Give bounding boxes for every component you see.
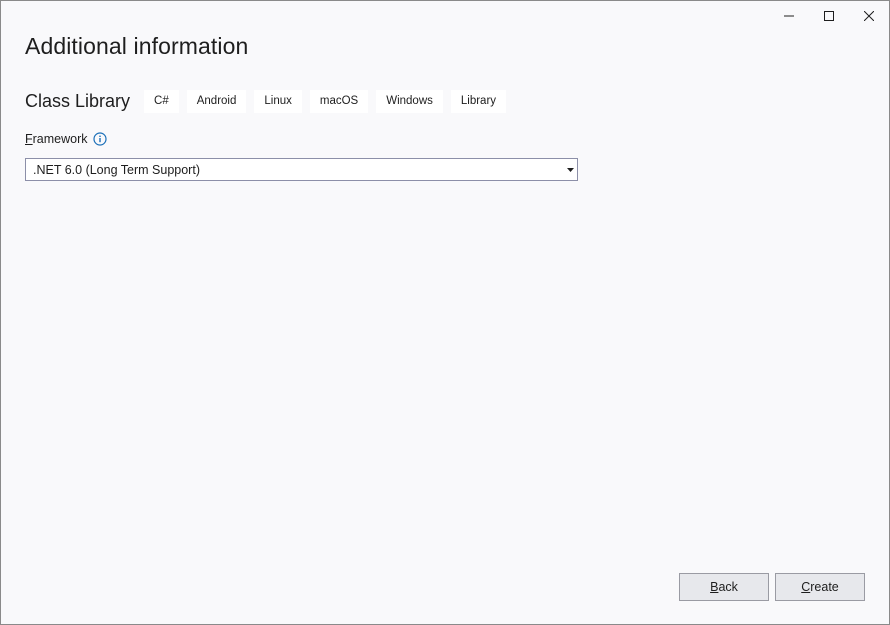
framework-selected-value: .NET 6.0 (Long Term Support) (33, 162, 200, 177)
tag-project-type: Library (450, 89, 507, 113)
tag-platform-linux: Linux (254, 89, 302, 113)
tag-platform-android: Android (186, 89, 247, 113)
minimize-button[interactable] (769, 1, 809, 31)
dialog-window: Additional information Class Library C# … (0, 0, 890, 625)
close-button[interactable] (849, 1, 889, 31)
maximize-button[interactable] (809, 1, 849, 31)
close-icon (864, 11, 874, 21)
caption-buttons (769, 1, 889, 31)
framework-label-row: Framework (25, 132, 107, 146)
template-name: Class Library (25, 90, 131, 111)
tag-platform-macos: macOS (309, 89, 369, 113)
tag-language: C# (144, 89, 179, 113)
page-title: Additional information (25, 33, 249, 59)
back-button[interactable]: Back (679, 573, 769, 601)
framework-label: Framework (25, 132, 88, 146)
chevron-down-icon (563, 167, 577, 172)
framework-dropdown[interactable]: .NET 6.0 (Long Term Support) (25, 158, 578, 181)
info-icon[interactable] (92, 132, 107, 146)
template-info-row: Class Library C# Android Linux macOS Win… (25, 89, 514, 113)
tag-platform-windows: Windows (376, 89, 443, 113)
maximize-icon (824, 11, 834, 21)
minimize-icon (784, 11, 794, 21)
create-button[interactable]: Create (775, 573, 865, 601)
